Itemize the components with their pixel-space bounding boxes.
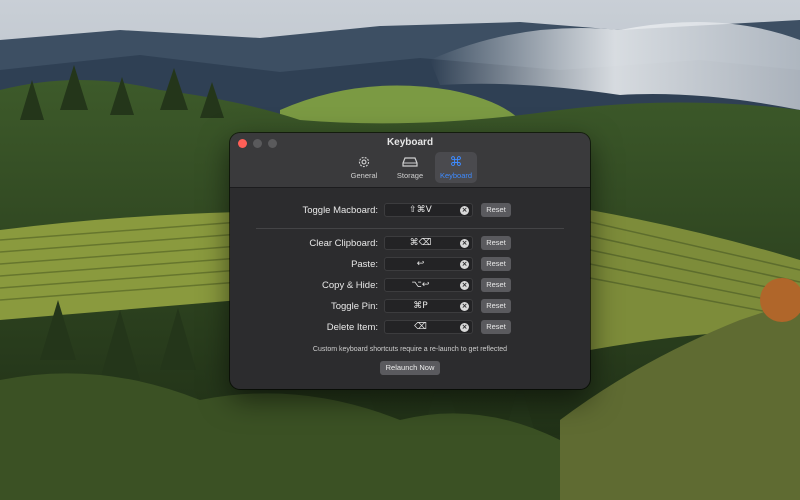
- shortcut-label: Toggle Macboard:: [302, 205, 378, 216]
- preferences-toolbar: General Storage ⌘ Keyboard: [230, 152, 590, 183]
- keyboard-settings-window: Keyboard General Storage ⌘ Keyboard Togg…: [230, 133, 590, 389]
- tab-storage-label: Storage: [396, 171, 424, 180]
- shortcut-recorder-field[interactable]: ⌘P ×: [384, 299, 473, 313]
- shortcut-keys: ⌫: [414, 322, 427, 332]
- keyboard-settings-content: Toggle Macboard: ⇧⌘V × Reset Clear Clipb…: [230, 188, 590, 375]
- shortcut-recorder-field[interactable]: ↩ ×: [384, 257, 473, 271]
- reset-button[interactable]: Reset: [481, 236, 511, 250]
- gear-icon: [357, 155, 371, 169]
- shortcut-keys: ⌥↩: [411, 280, 430, 290]
- tab-keyboard-label: Keyboard: [439, 171, 473, 180]
- clear-shortcut-icon[interactable]: ×: [460, 302, 469, 311]
- shortcut-recorder-field[interactable]: ⌥↩ ×: [384, 278, 473, 292]
- shortcut-keys: ↩: [416, 259, 425, 269]
- tab-storage[interactable]: Storage: [389, 152, 431, 183]
- shortcut-label: Copy & Hide:: [322, 280, 378, 291]
- shortcut-row-paste: Paste: ↩ × Reset: [230, 257, 590, 273]
- shortcut-label: Delete Item:: [326, 322, 378, 333]
- reset-button[interactable]: Reset: [481, 299, 511, 313]
- window-title: Keyboard: [386, 137, 434, 148]
- reset-button[interactable]: Reset: [481, 203, 511, 217]
- tab-keyboard[interactable]: ⌘ Keyboard: [435, 152, 477, 183]
- shortcut-row-toggle-pin: Toggle Pin: ⌘P × Reset: [230, 299, 590, 315]
- shortcut-row-delete-item: Delete Item: ⌫ × Reset: [230, 320, 590, 336]
- relaunch-note: Custom keyboard shortcuts require a re-l…: [312, 346, 508, 353]
- shortcut-recorder-field[interactable]: ⇧⌘V ×: [384, 203, 473, 217]
- relaunch-now-button[interactable]: Relaunch Now: [380, 361, 440, 375]
- shortcut-label: Toggle Pin:: [330, 301, 378, 312]
- shortcut-recorder-field[interactable]: ⌘⌫ ×: [384, 236, 473, 250]
- shortcut-row-copy-hide: Copy & Hide: ⌥↩ × Reset: [230, 278, 590, 294]
- tab-general-label: General: [350, 171, 378, 180]
- shortcut-row-clear-clipboard: Clear Clipboard: ⌘⌫ × Reset: [230, 236, 590, 252]
- clear-shortcut-icon[interactable]: ×: [460, 281, 469, 290]
- reset-button[interactable]: Reset: [481, 320, 511, 334]
- title-bar: Keyboard General Storage ⌘ Keyboard: [230, 133, 590, 188]
- shortcut-label: Paste:: [351, 259, 378, 270]
- reset-button[interactable]: Reset: [481, 278, 511, 292]
- shortcut-keys: ⌘⌫: [409, 238, 432, 248]
- shortcut-label: Clear Clipboard:: [309, 238, 378, 249]
- clear-shortcut-icon[interactable]: ×: [460, 239, 469, 248]
- clear-shortcut-icon[interactable]: ×: [460, 206, 469, 215]
- clear-shortcut-icon[interactable]: ×: [460, 323, 469, 332]
- shortcut-keys: ⌘P: [413, 301, 428, 311]
- shortcut-recorder-field[interactable]: ⌫ ×: [384, 320, 473, 334]
- section-divider: [256, 228, 564, 229]
- command-icon: ⌘: [449, 154, 463, 170]
- tab-general[interactable]: General: [343, 152, 385, 183]
- clear-shortcut-icon[interactable]: ×: [460, 260, 469, 269]
- shortcut-keys: ⇧⌘V: [409, 205, 432, 215]
- reset-button[interactable]: Reset: [481, 257, 511, 271]
- storage-drive-icon: [402, 155, 418, 169]
- shortcut-row-toggle: Toggle Macboard: ⇧⌘V × Reset: [230, 203, 590, 219]
